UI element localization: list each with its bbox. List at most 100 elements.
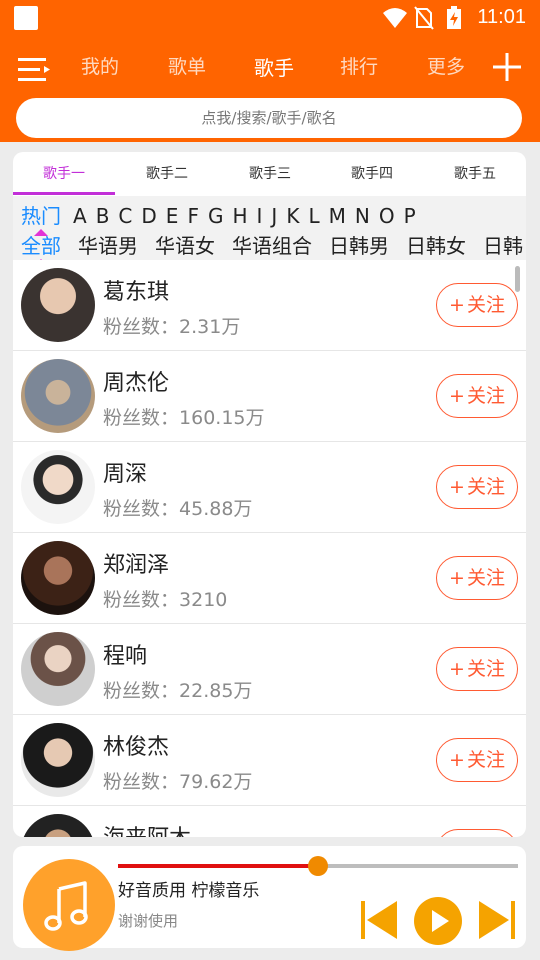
tab-playlists[interactable]: 歌单 [168, 52, 206, 79]
follow-button[interactable]: +关注 [436, 283, 518, 327]
artist-row[interactable]: 周深粉丝数：45.88万 + 关注 [13, 442, 526, 533]
filter-hot[interactable]: 热门 [21, 200, 61, 236]
avatar[interactable] [21, 632, 95, 706]
fan-count: 粉丝数：45.88万 [103, 494, 252, 521]
follow-button[interactable]: +关注 [436, 738, 518, 782]
avatar[interactable] [21, 723, 95, 797]
fan-count-label: 粉丝数： [103, 498, 180, 520]
avatar[interactable] [21, 541, 95, 615]
artist-row[interactable]: 海来阿木粉丝数：+关注 [13, 806, 526, 837]
filter-letter-n[interactable]: N [355, 204, 370, 228]
filter-category-1[interactable]: 华语男 [78, 230, 138, 259]
menu-icon[interactable] [18, 56, 52, 84]
filter-category-5[interactable]: 日韩女 [406, 230, 466, 259]
filter-category-2[interactable]: 华语女 [155, 230, 215, 259]
avatar[interactable] [21, 268, 95, 342]
plus-icon: + [449, 658, 465, 680]
filter-letter-c[interactable]: C [118, 204, 132, 228]
category-filter-row: 全部 华语男 华语女 华语组合 日韩男 日韩女 日韩 [21, 230, 526, 260]
artist-row[interactable]: 程响粉丝数：22.85万 + 关注 [13, 624, 526, 715]
follow-label: 关注 [466, 294, 505, 316]
tab-artists[interactable]: 歌手 [254, 52, 294, 81]
filter-letter-p[interactable]: P [404, 204, 416, 228]
add-icon[interactable] [492, 52, 522, 82]
fan-count-label: 粉丝数： [103, 680, 180, 702]
status-bar: 11:01 [0, 0, 540, 36]
album-art[interactable] [23, 859, 115, 951]
subtab-artist-5[interactable]: 歌手五 [424, 163, 526, 183]
list-scrollbar[interactable] [515, 266, 520, 292]
filter-letter-l[interactable]: L [308, 204, 319, 228]
artist-row[interactable]: 葛东琪 粉丝数：2.31万 + 关注 [13, 260, 526, 351]
wifi-icon [383, 8, 407, 28]
filter-letter-k[interactable]: K [286, 204, 299, 228]
follow-button[interactable]: +关注 [436, 556, 518, 600]
progress-knob[interactable] [308, 856, 328, 876]
follow-label: 关注 [466, 567, 505, 589]
tab-more[interactable]: 更多 [427, 52, 465, 79]
plus-icon: + [449, 567, 465, 589]
artist-name: 程响 [103, 644, 148, 669]
fan-count-label: 粉丝数： [103, 771, 180, 793]
next-icon[interactable] [477, 899, 517, 941]
subtab-artist-2[interactable]: 歌手二 [116, 163, 218, 183]
follow-button[interactable]: +关注 [436, 829, 518, 837]
filter-letter-m[interactable]: M [329, 204, 346, 228]
play-icon[interactable] [413, 896, 463, 946]
progress-bar[interactable] [118, 856, 518, 876]
app-notification-icon [14, 6, 38, 30]
artist-subtabs: 歌手一 歌手二 歌手三 歌手四 歌手五 [13, 152, 526, 195]
fan-count: 粉丝数：79.62万 [103, 767, 252, 794]
filter-category-3[interactable]: 华语组合 [232, 230, 312, 259]
plus-icon: + [449, 476, 465, 498]
follow-button[interactable]: +关注 [436, 647, 518, 691]
filter-letter-o[interactable]: O [379, 204, 395, 228]
fan-count-value: 3210 [179, 589, 228, 611]
filter-letter-g[interactable]: G [208, 204, 224, 228]
filter-category-4[interactable]: 日韩男 [329, 230, 389, 259]
artist-name: 林俊杰 [103, 735, 170, 760]
fan-count-value: 79.62万 [179, 771, 253, 793]
app-header: 我的 歌单 歌手 排行 更多 点我/搜索/歌手/歌名 [0, 36, 540, 142]
avatar[interactable] [21, 359, 95, 433]
subtab-artist-3[interactable]: 歌手三 [219, 163, 321, 183]
artist-list[interactable]: 葛东琪 粉丝数：2.31万 + 关注 周杰伦 粉丝数：160.15万 + 关注 周深 粉丝数：45… [13, 260, 526, 837]
fan-count-label: 粉丝数： [103, 407, 180, 429]
artist-row[interactable]: 林俊杰粉丝数：79.62万 + 关注 [13, 715, 526, 806]
tab-rankings[interactable]: 排行 [340, 52, 378, 79]
artist-name: 郑润泽 [103, 553, 170, 578]
filter-letter-d[interactable]: D [141, 204, 156, 228]
no-sim-icon [414, 6, 434, 30]
filter-letter-f[interactable]: F [187, 204, 199, 228]
progress-fill [118, 864, 318, 868]
artist-row[interactable]: 周杰伦 粉丝数：160.15万 + 关注 [13, 351, 526, 442]
subtab-artist-4[interactable]: 歌手四 [321, 163, 423, 183]
letter-filter-row: 热门 A B C D E F G H I J K L M N O P [21, 200, 425, 236]
filter-category-0[interactable]: 全部 [21, 230, 61, 260]
filter-letter-e[interactable]: E [166, 204, 179, 228]
subtab-artist-1[interactable]: 歌手一 [13, 163, 115, 183]
artist-name: 周深 [103, 462, 148, 487]
artist-row[interactable]: 郑润泽粉丝数：3210 + 关注 [13, 533, 526, 624]
fan-count-value: 22.85万 [179, 680, 253, 702]
status-time: 11:01 [477, 6, 526, 28]
filter-category-6[interactable]: 日韩 [483, 230, 523, 259]
avatar[interactable] [21, 450, 95, 524]
filter-letter-a[interactable]: A [73, 204, 87, 228]
search-input[interactable]: 点我/搜索/歌手/歌名 [16, 98, 522, 138]
fan-count: 粉丝数：22.85万 [103, 676, 252, 703]
filter-letter-h[interactable]: H [232, 204, 247, 228]
filter-letter-b[interactable]: B [96, 204, 110, 228]
artist-panel: 歌手一 歌手二 歌手三 歌手四 歌手五 热门 A B C D E F G H I J K L M N O P 全… [13, 152, 526, 837]
filter-letter-j[interactable]: J [271, 204, 277, 228]
filter-letter-i[interactable]: I [257, 204, 263, 228]
fan-count: 粉丝数：3210 [103, 585, 227, 612]
tab-mine[interactable]: 我的 [81, 52, 119, 79]
previous-icon[interactable] [359, 899, 399, 941]
fan-count-label: 粉丝数： [103, 589, 180, 611]
plus-icon: + [449, 749, 465, 771]
avatar[interactable] [21, 814, 95, 837]
follow-button[interactable]: +关注 [436, 465, 518, 509]
fan-count: 粉丝数：2.31万 [103, 312, 240, 339]
follow-button[interactable]: +关注 [436, 374, 518, 418]
